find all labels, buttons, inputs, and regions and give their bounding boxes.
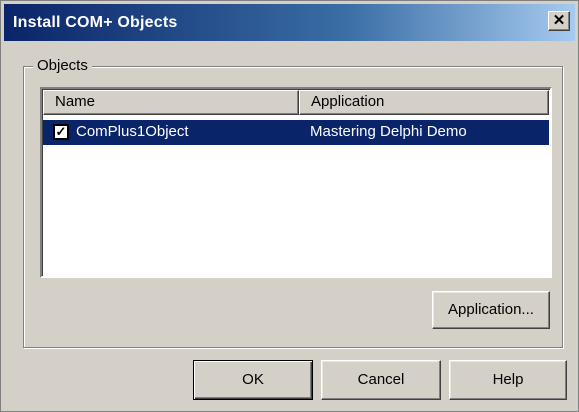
application-button[interactable]: Application... <box>432 291 550 329</box>
cancel-button[interactable]: Cancel <box>321 360 441 400</box>
object-checkbox[interactable]: ✓ <box>53 124 69 140</box>
list-header: Name Application <box>43 90 549 115</box>
checkmark-icon: ✓ <box>55 124 67 139</box>
help-button[interactable]: Help <box>449 360 567 400</box>
dialog-title: Install COM+ Objects <box>13 14 178 31</box>
title-bar[interactable]: Install COM+ Objects ✕ <box>4 4 575 41</box>
install-com-objects-dialog: Install COM+ Objects ✕ Objects Name Appl… <box>0 0 579 412</box>
ok-button[interactable]: OK <box>193 360 313 400</box>
column-header-name[interactable]: Name <box>43 90 299 115</box>
column-header-application[interactable]: Application <box>299 90 549 115</box>
close-icon: ✕ <box>552 12 566 29</box>
object-name-cell: ComPlus1Object <box>76 123 189 140</box>
list-item[interactable]: ✓ ComPlus1Object Mastering Delphi Demo <box>43 120 549 145</box>
objects-list[interactable]: Name Application ✓ ComPlus1Object Master… <box>40 87 552 278</box>
objects-group-label: Objects <box>33 57 92 74</box>
close-button[interactable]: ✕ <box>548 11 570 31</box>
object-application-cell: Mastering Delphi Demo <box>310 123 467 140</box>
